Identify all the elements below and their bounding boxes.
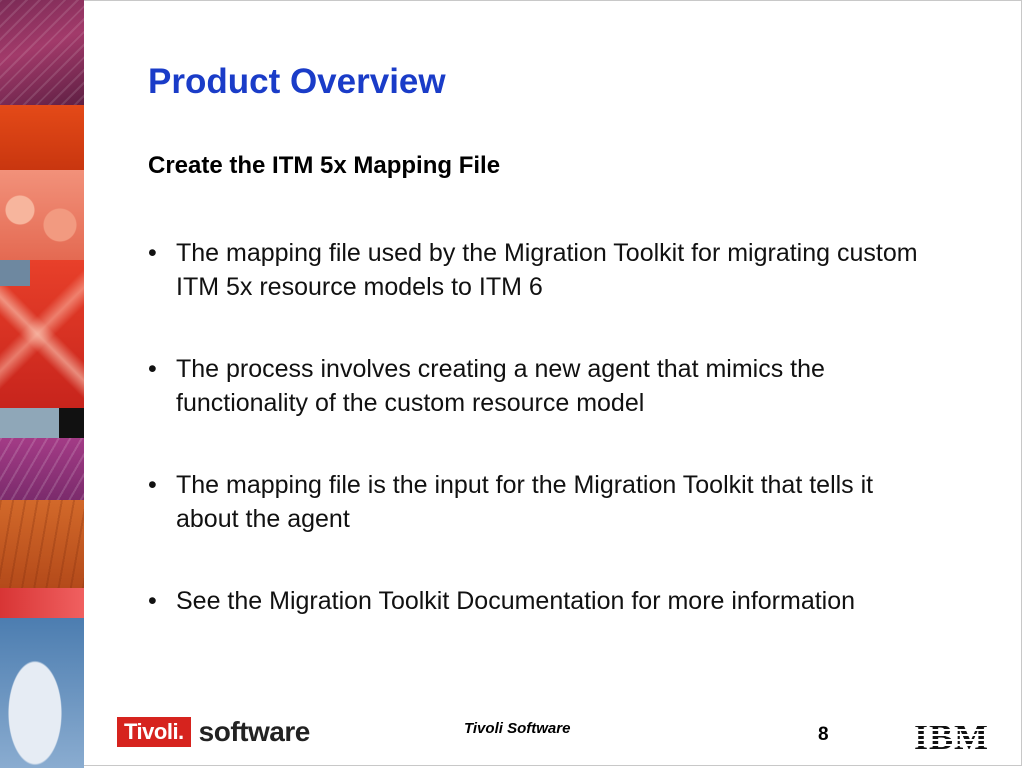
bullet-item: • The mapping file is the input for the … [142,468,942,536]
decor-tile [0,618,84,768]
bullet-text: See the Migration Toolkit Documentation … [176,587,856,615]
decor-tile [0,438,84,500]
footer-text: Tivoli Software [464,720,571,737]
bullet-glyph: • [148,471,157,499]
decor-tile [0,588,84,618]
bullet-glyph: • [148,587,157,615]
slide-subtitle: Create the ITM 5x Mapping File [148,152,501,179]
tivoli-software-logo: Tivoli. software [117,713,310,751]
bullet-text: The mapping file used by the Migration T… [176,239,918,301]
page-number: 8 [818,724,829,745]
decor-tile [0,408,84,438]
tivoli-logo-mark: Tivoli. [117,717,191,747]
bullet-list: • The mapping file used by the Migration… [142,236,942,666]
bullet-glyph: • [148,355,157,383]
tivoli-logo-suffix: software [198,716,311,747]
decor-tile [0,170,84,260]
slide-title: Product Overview [148,62,446,101]
decorative-image-strip [0,0,84,768]
decor-tile [0,105,84,170]
ibm-logo: IBM [914,717,989,757]
decor-tile [0,500,84,588]
bullet-item: • The process involves creating a new ag… [142,352,942,420]
bullet-text: The mapping file is the input for the Mi… [176,471,874,533]
bullet-glyph: • [148,239,157,267]
bullet-item: • See the Migration Toolkit Documentatio… [142,584,942,618]
bullet-text: The process involves creating a new agen… [176,355,825,417]
bullet-item: • The mapping file used by the Migration… [142,236,942,304]
decor-tile [0,0,84,105]
decor-tile [0,260,30,286]
